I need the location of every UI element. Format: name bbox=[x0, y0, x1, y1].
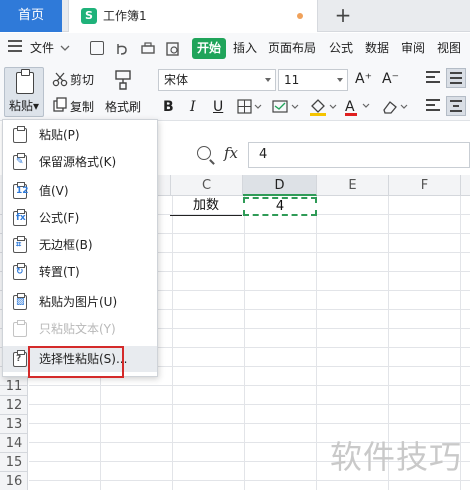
paste-menu-label: 粘贴为图片(U) bbox=[39, 295, 118, 309]
paste-transpose-icon: ↻ bbox=[13, 263, 27, 280]
paste-as-picture-icon: ▨ bbox=[13, 293, 27, 310]
format-painter-icon bbox=[115, 70, 131, 90]
fill-color-icon[interactable] bbox=[308, 97, 338, 117]
paste-menu-item-formulas[interactable]: fx 公式(F) bbox=[3, 205, 157, 231]
chevron-down-icon[interactable] bbox=[362, 103, 370, 109]
menu-page-layout[interactable]: 页面布局 bbox=[268, 33, 316, 63]
font-name-value: 宋体 bbox=[164, 73, 189, 87]
scissors-icon bbox=[52, 72, 68, 87]
row-header-12[interactable]: 12 bbox=[0, 396, 28, 415]
copy-icon bbox=[53, 97, 67, 112]
paste-menu-label: 粘贴(P) bbox=[39, 128, 80, 142]
paste-button[interactable]: 粘贴▾ bbox=[4, 67, 44, 117]
paste-no-borders-icon: ⌗ bbox=[13, 236, 27, 253]
paste-label: 粘贴▾ bbox=[8, 99, 40, 113]
borders-icon[interactable] bbox=[237, 99, 263, 115]
watermark-text: 软件技巧 bbox=[330, 438, 463, 476]
formula-input[interactable]: 4 bbox=[248, 142, 470, 168]
row-header-14[interactable]: 14 bbox=[0, 434, 28, 453]
spreadsheet-logo-icon: S bbox=[81, 8, 97, 24]
cut-button[interactable]: 剪切 bbox=[70, 71, 94, 89]
clipboard-icon bbox=[16, 69, 34, 94]
align-top-icon[interactable] bbox=[423, 68, 443, 88]
font-color-button[interactable]: A bbox=[345, 99, 357, 116]
paste-formulas-icon: fx bbox=[13, 209, 27, 226]
shrink-font-button[interactable]: A⁻ bbox=[382, 70, 399, 88]
paste-special-highlight bbox=[28, 346, 124, 378]
paste-menu-label: 保留源格式(K) bbox=[39, 155, 117, 169]
format-painter-button[interactable]: 格式刷 bbox=[105, 98, 141, 116]
font-color-glyph: A bbox=[345, 99, 355, 115]
ribbon-toolbar: 粘贴▾ 剪切 复制 格式刷 宋体 11 A⁺ A⁻ B I U A bbox=[0, 63, 470, 121]
row-header-15[interactable]: 15 bbox=[0, 453, 28, 472]
copy-button[interactable]: 复制 bbox=[70, 98, 94, 116]
paste-menu-label: 无边框(B) bbox=[39, 238, 93, 252]
menu-data[interactable]: 数据 bbox=[365, 33, 389, 63]
paste-menu-item-keep-source-format[interactable]: ✎ 保留源格式(K) bbox=[3, 149, 157, 175]
paste-menu-item-no-borders[interactable]: ⌗ 无边框(B) bbox=[3, 232, 157, 258]
tab-bar: 首页 S 工作簿1 + bbox=[0, 0, 470, 32]
paste-menu-label: 值(V) bbox=[39, 184, 69, 198]
tab-home[interactable]: 首页 bbox=[0, 0, 62, 32]
bold-button[interactable]: B bbox=[163, 99, 174, 115]
italic-button[interactable]: I bbox=[190, 99, 196, 115]
file-menu[interactable]: 文件 bbox=[30, 33, 54, 63]
font-size-select[interactable]: 11 bbox=[278, 69, 348, 91]
column-header-e[interactable]: E bbox=[317, 175, 389, 196]
menu-start[interactable]: 开始 bbox=[192, 38, 226, 59]
align-left-icon[interactable] bbox=[423, 96, 443, 116]
paste-menu-item-transpose[interactable]: ↻ 转置(T) bbox=[3, 259, 157, 285]
menu-formulas[interactable]: 公式 bbox=[329, 33, 353, 63]
save-icon[interactable] bbox=[90, 41, 104, 55]
menu-bar: 文件 开始 插入 页面布局 公式 数据 审阅 视图 bbox=[0, 33, 470, 63]
row-header-16[interactable]: 16 bbox=[0, 472, 28, 490]
align-middle-icon[interactable] bbox=[446, 68, 466, 88]
row-header-13[interactable]: 13 bbox=[0, 415, 28, 434]
menu-insert[interactable]: 插入 bbox=[233, 33, 257, 63]
keep-source-format-icon: ✎ bbox=[13, 153, 27, 170]
paste-menu-item-text-only: 只粘贴文本(Y) bbox=[3, 316, 157, 342]
grow-font-button[interactable]: A⁺ bbox=[355, 70, 372, 88]
paste-menu-item-values[interactable]: 12 值(V) bbox=[3, 178, 157, 204]
row-header-11[interactable]: 11 bbox=[0, 377, 28, 396]
workbook-title: 工作簿1 bbox=[103, 9, 147, 23]
paste-menu-label: 转置(T) bbox=[39, 265, 80, 279]
tab-workbook[interactable]: S 工作簿1 bbox=[68, 0, 318, 32]
menu-review[interactable]: 审阅 bbox=[401, 33, 425, 63]
column-header-f[interactable]: F bbox=[389, 175, 461, 196]
column-header-c[interactable]: C bbox=[171, 175, 243, 196]
cell-c1[interactable]: 加数 bbox=[170, 197, 242, 216]
new-tab-button[interactable]: + bbox=[330, 3, 356, 29]
hamburger-menu-icon[interactable] bbox=[8, 40, 22, 54]
cell-d1-copied[interactable]: 4 bbox=[243, 197, 317, 216]
print-icon[interactable] bbox=[140, 41, 156, 57]
chevron-down-icon bbox=[337, 78, 343, 82]
clear-format-icon[interactable] bbox=[381, 99, 409, 115]
print-preview-icon[interactable] bbox=[165, 41, 181, 57]
paste-menu-item-as-picture[interactable]: ▨ 粘贴为图片(U) bbox=[3, 289, 157, 315]
paste-menu-label: 只粘贴文本(Y) bbox=[39, 322, 116, 336]
menu-view[interactable]: 视图 bbox=[437, 33, 461, 63]
paste-values-icon: 12 bbox=[13, 182, 29, 199]
fx-icon[interactable]: fx bbox=[224, 144, 238, 162]
font-name-select[interactable]: 宋体 bbox=[158, 69, 276, 91]
column-header-d[interactable]: D bbox=[243, 175, 317, 196]
paste-text-only-icon bbox=[13, 320, 27, 337]
paste-menu-item-paste[interactable]: 粘贴(P) bbox=[3, 122, 157, 148]
undo-icon[interactable] bbox=[114, 41, 130, 57]
paste-menu-label: 公式(F) bbox=[39, 211, 80, 225]
underline-button[interactable]: U bbox=[213, 99, 223, 115]
paste-icon bbox=[13, 126, 27, 143]
align-center-icon[interactable] bbox=[446, 96, 466, 116]
zoom-search-icon[interactable] bbox=[197, 146, 211, 160]
cell-style-icon[interactable] bbox=[272, 99, 300, 115]
unsaved-indicator-icon bbox=[297, 13, 303, 19]
file-menu-chevron-down-icon[interactable] bbox=[60, 45, 70, 52]
paste-special-icon: ? bbox=[13, 350, 27, 367]
chevron-down-icon bbox=[265, 78, 271, 82]
paste-dropdown-menu: 粘贴(P) ✎ 保留源格式(K) 12 值(V) fx 公式(F) ⌗ 无边框(… bbox=[2, 119, 158, 377]
font-size-value: 11 bbox=[284, 73, 300, 87]
